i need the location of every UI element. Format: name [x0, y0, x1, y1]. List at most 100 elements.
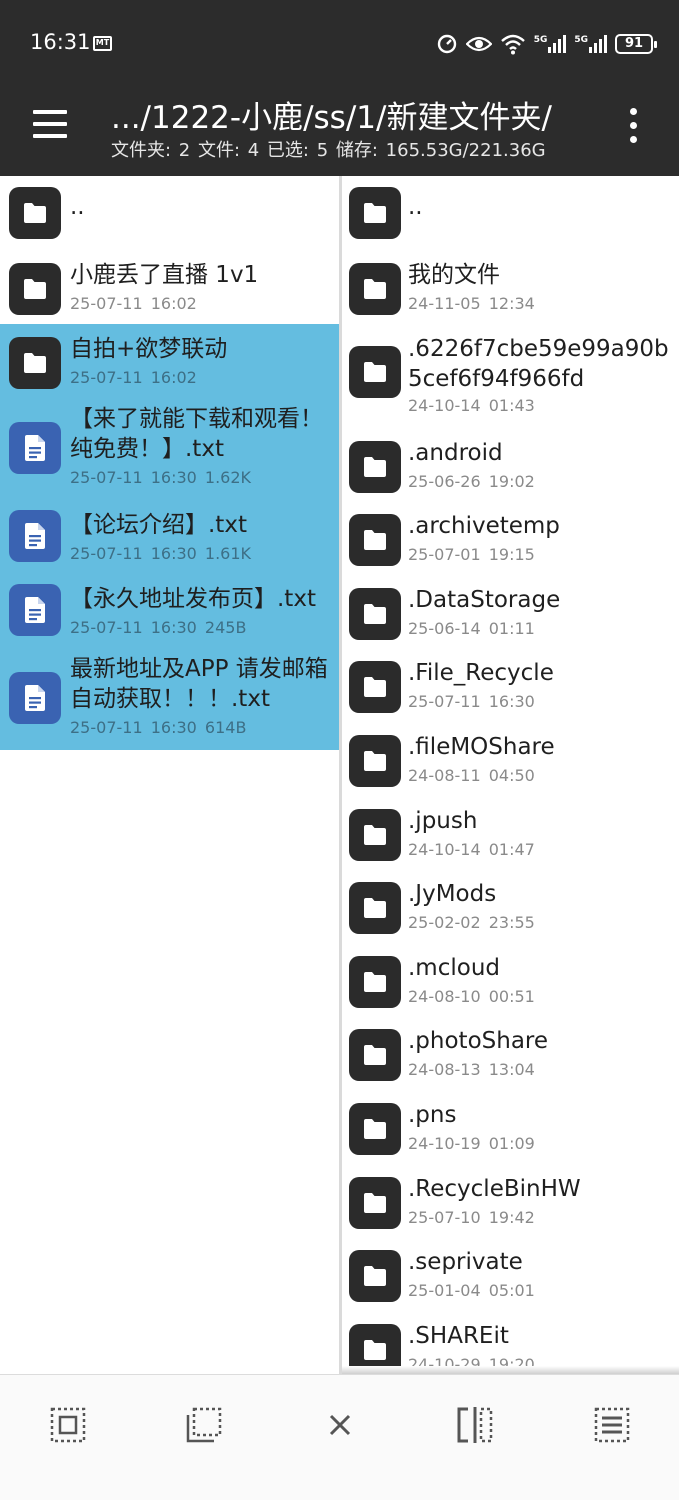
select-list-button[interactable] [592, 1405, 632, 1445]
item-name: .RecycleBinHW [408, 1175, 581, 1202]
folder-icon [9, 263, 61, 315]
select-all-button[interactable] [48, 1405, 88, 1445]
folder-icon [9, 337, 61, 389]
item-name: .jpush [408, 807, 478, 834]
status-icons: 5G 5G 91 [436, 32, 657, 56]
file-row[interactable]: 最新地址及APP 请发邮箱自动获取！！！.txt 25-07-11 16:30 6… [0, 648, 340, 750]
folder-row[interactable]: 我的文件 24-11-05 12:34 [342, 250, 679, 324]
clear-selection-button[interactable] [320, 1405, 360, 1445]
item-name: 【来了就能下载和观看！纯免费！】.txt [70, 406, 323, 462]
item-name: .pns [408, 1102, 457, 1128]
mt-badge-icon: MT [93, 36, 112, 51]
battery-icon: 91 [615, 34, 657, 54]
folder-row[interactable]: .File_Recycle 25-07-11 16:30 [342, 648, 679, 722]
folder-icon [349, 882, 401, 935]
item-meta: 24-10-14 01:43 [408, 395, 535, 415]
folder-icon [349, 514, 401, 567]
item-name: 最新地址及APP 请发邮箱自动获取！！！.txt [70, 656, 328, 712]
folder-row[interactable]: .mcloud 24-08-10 00:51 [342, 943, 679, 1017]
item-meta: 24-10-19 01:09 [408, 1134, 535, 1153]
split-pane-icon [457, 1407, 493, 1443]
folder-icon [349, 1176, 401, 1229]
item-meta: 24-08-13 13:04 [408, 1060, 535, 1080]
invert-selection-button[interactable] [184, 1405, 224, 1445]
item-name: 【论坛介绍】.txt [70, 512, 247, 538]
folder-row[interactable]: .android 25-06-26 19:02 [342, 428, 679, 502]
folder-icon [349, 1103, 401, 1155]
item-meta: 25-07-11 16:30 614B [70, 718, 247, 737]
item-meta: 25-07-11 16:30 1.61K [70, 544, 252, 563]
folder-row[interactable]: .DataStorage 25-06-14 01:11 [342, 575, 679, 649]
top-bar: 16:31 MT 5G 5G 91 .../1222-小鹿/ss/1/新建文件夹… [0, 0, 679, 176]
item-meta: 25-07-11 16:02 [70, 368, 197, 387]
item-meta: 25-07-10 19:42 [408, 1207, 535, 1227]
folder-icon [349, 808, 401, 861]
left-file-pane[interactable]: .. 小鹿丢了直播 1v1 25-07-11 16:02 自拍+欲梦联动 25-07-1… [0, 176, 340, 1374]
folder-row[interactable]: .pns 24-10-19 01:09 [342, 1090, 679, 1164]
folder-row[interactable]: 小鹿丢了直播 1v1 25-07-11 16:02 [0, 250, 340, 324]
item-name: .seprivate [408, 1249, 523, 1276]
folder-icon [349, 735, 401, 787]
folder-icon [349, 661, 401, 714]
item-meta: 25-07-11 16:02 [70, 294, 197, 313]
item-name: .mcloud [408, 954, 500, 981]
item-name: .6226f7cbe59e99a90b5cef6f94f966fd [408, 335, 669, 392]
signal-2: 5G [574, 35, 607, 53]
item-meta: 25-06-14 01:11 [408, 618, 535, 638]
bottom-toolbar [0, 1374, 679, 1500]
network-label-2: 5G [574, 35, 588, 45]
item-meta: 25-06-26 19:02 [408, 471, 535, 491]
item-name: .. [408, 194, 423, 220]
item-name: .archivetemp [408, 513, 560, 540]
item-meta: 24-10-14 01:47 [408, 839, 535, 859]
select-list-icon [594, 1407, 630, 1443]
pane-scroll-shadow [342, 1366, 679, 1374]
folder-row[interactable]: .seprivate 25-01-04 05:01 [342, 1237, 679, 1311]
folder-row[interactable]: .jpush 24-10-14 01:47 [342, 796, 679, 870]
folder-icon [349, 187, 401, 239]
folder-row[interactable]: .archivetemp 25-07-01 19:15 [342, 501, 679, 575]
wifi-icon [500, 34, 525, 55]
folder-row[interactable]: .SHAREit 24-10-29 19:20 [342, 1311, 679, 1374]
status-time: 16:31 [30, 30, 91, 54]
folder-icon [349, 955, 401, 1008]
file-row[interactable]: 【永久地址发布页】.txt 25-07-11 16:30 245B [0, 574, 340, 648]
folder-row[interactable]: .JyMods 25-02-02 23:55 [342, 869, 679, 943]
text-file-icon [9, 422, 61, 474]
item-name: .android [408, 439, 503, 466]
folder-row[interactable]: .. [0, 176, 340, 250]
item-meta: 25-07-11 16:30 1.62K [70, 468, 252, 487]
file-row[interactable]: 【论坛介绍】.txt 25-07-11 16:30 1.61K [0, 500, 340, 574]
more-options-icon[interactable] [622, 106, 646, 146]
close-icon [329, 1414, 351, 1436]
item-name: .fileMOShare [408, 734, 555, 760]
item-name: 我的文件 [408, 262, 500, 288]
folder-icon [349, 263, 401, 315]
signal-icon [589, 35, 607, 53]
right-file-pane[interactable]: .. 我的文件 24-11-05 12:34 .6226f7cbe59e99a90b… [342, 176, 679, 1374]
text-file-icon [9, 510, 61, 562]
folder-icon [9, 187, 61, 239]
text-file-icon [9, 672, 61, 724]
item-name: 【永久地址发布页】.txt [70, 586, 316, 612]
split-pane-button[interactable] [455, 1405, 495, 1445]
menu-icon[interactable] [30, 108, 70, 142]
speedometer-icon [437, 34, 456, 54]
folder-row[interactable]: .6226f7cbe59e99a90b5cef6f94f966fd 24-10-1… [342, 324, 679, 428]
signal-icon [548, 35, 567, 53]
item-name: .SHAREit [408, 1322, 509, 1349]
item-meta: 25-07-11 16:30 245B [70, 618, 247, 637]
status-bar: 16:31 MT 5G 5G 91 [0, 0, 679, 88]
item-meta: 25-07-11 16:30 [408, 692, 535, 712]
folder-icon [349, 440, 401, 493]
folder-row[interactable]: .photoShare 24-08-13 13:04 [342, 1016, 679, 1090]
item-name: .photoShare [408, 1028, 549, 1055]
folder-row[interactable]: 自拍+欲梦联动 25-07-11 16:02 [0, 324, 340, 398]
folder-row[interactable]: .fileMOShare 24-08-11 04:50 [342, 722, 679, 796]
item-name: .File_Recycle [408, 660, 554, 687]
folder-icon [349, 587, 401, 640]
file-row[interactable]: 【来了就能下载和观看！纯免费！】.txt 25-07-11 16:30 1.62K [0, 398, 340, 500]
folder-row[interactable]: .RecycleBinHW 25-07-10 19:42 [342, 1164, 679, 1238]
eye-icon [465, 36, 492, 52]
folder-row[interactable]: .. [342, 176, 679, 250]
